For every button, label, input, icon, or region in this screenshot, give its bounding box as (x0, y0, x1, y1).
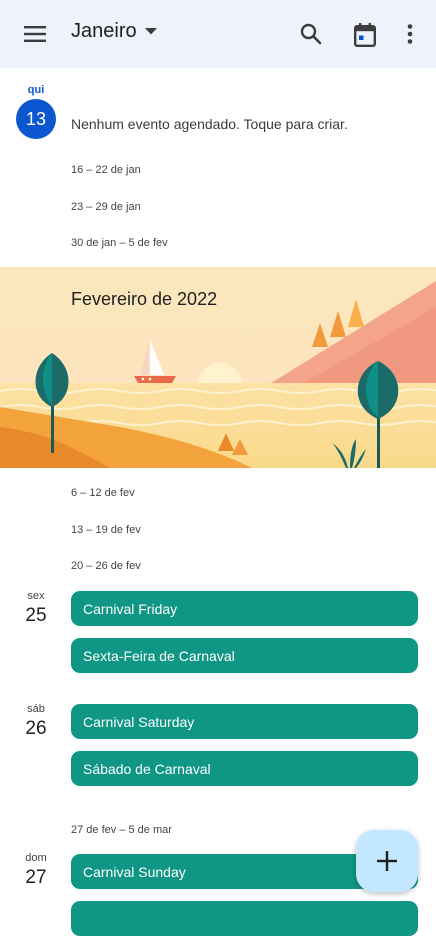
day-number: 26 (25, 718, 47, 739)
more-options-button[interactable] (398, 18, 422, 50)
event-chip[interactable] (71, 901, 418, 936)
event-chip[interactable]: Sexta-Feira de Carnaval (71, 638, 418, 673)
create-event-button[interactable] (356, 830, 418, 892)
weekday: sex (27, 590, 45, 602)
week-range: 13 – 19 de fev (71, 524, 141, 536)
app-bar: Janeiro (0, 0, 436, 68)
no-events-message[interactable]: Nenhum evento agendado. Toque para criar… (71, 116, 348, 132)
month-banner-title: Fevereiro de 2022 (71, 289, 218, 309)
menu-button[interactable] (18, 18, 52, 50)
weekday: dom (25, 852, 47, 864)
week-range: 20 – 26 de fev (71, 560, 141, 572)
arrow-drop-down-icon (144, 28, 157, 35)
week-range: 23 – 29 de jan (71, 201, 141, 213)
event-chip[interactable]: Carnival Friday (71, 591, 418, 626)
beach-landscape-illustration (0, 267, 436, 468)
day-label[interactable]: dom 27 (11, 852, 61, 889)
week-range: 30 de jan – 5 de fev (71, 237, 168, 249)
more-vert-icon (407, 24, 413, 44)
menu-icon (24, 26, 46, 42)
search-button[interactable] (294, 18, 328, 50)
calendar-today-icon (354, 23, 376, 47)
event-chip[interactable]: Sábado de Carnaval (71, 751, 418, 786)
month-title: Janeiro (71, 20, 137, 42)
day-label[interactable]: sáb 26 (11, 703, 61, 740)
today-date-label[interactable]: qui 13 (11, 84, 61, 139)
month-banner: Fevereiro de 2022 (0, 267, 436, 468)
add-icon (377, 851, 397, 871)
day-number: 27 (25, 867, 47, 888)
today-day-circle: 13 (16, 99, 56, 139)
week-range: 27 de fev – 5 de mar (71, 824, 172, 836)
today-weekday: qui (27, 84, 45, 96)
search-icon (300, 23, 322, 45)
week-range: 6 – 12 de fev (71, 487, 135, 499)
jump-to-today-button[interactable] (348, 18, 382, 52)
day-label[interactable]: sex 25 (11, 590, 61, 627)
week-range: 16 – 22 de jan (71, 164, 141, 176)
day-number: 25 (25, 605, 47, 626)
weekday: sáb (27, 703, 45, 715)
event-chip[interactable]: Carnival Saturday (71, 704, 418, 739)
month-selector[interactable]: Janeiro (71, 20, 157, 43)
